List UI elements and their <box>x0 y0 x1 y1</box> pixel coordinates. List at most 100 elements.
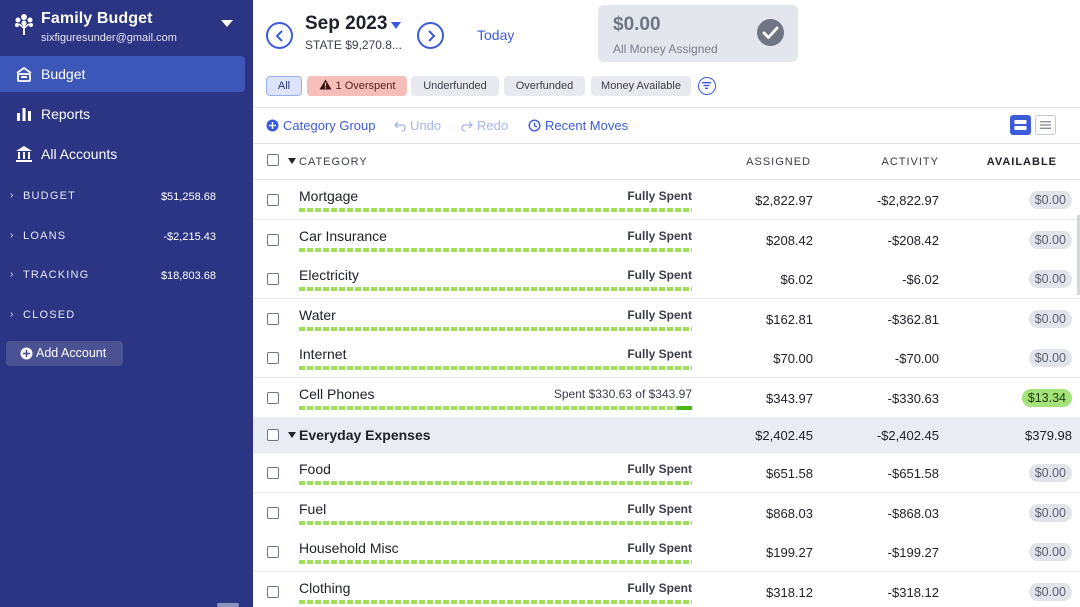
nav-all-accounts[interactable]: All Accounts <box>0 136 245 172</box>
previous-month-button[interactable] <box>266 22 293 49</box>
month-note[interactable]: STATE $9,270.8... <box>305 38 402 52</box>
category-name[interactable]: Internet <box>299 346 346 362</box>
row-checkbox[interactable] <box>267 546 279 558</box>
assigned-value[interactable]: $162.81 <box>766 312 813 327</box>
group-checkbox[interactable] <box>267 429 279 441</box>
filter-settings-icon[interactable] <box>698 77 716 95</box>
month-label[interactable]: Sep 2023 <box>305 13 387 35</box>
row-checkbox[interactable] <box>267 234 279 246</box>
available-pill[interactable]: $0.00 <box>1028 349 1072 367</box>
filter-overspent[interactable]: 1 Overspent <box>307 76 407 96</box>
category-name[interactable]: Electricity <box>299 267 359 283</box>
recent-moves-label: Recent Moves <box>545 118 629 133</box>
row-checkbox[interactable] <box>267 273 279 285</box>
redo-button[interactable]: Redo <box>461 118 508 133</box>
compact-view-toggle[interactable] <box>1035 115 1056 135</box>
budget-switcher[interactable]: Family Budget sixfiguresunder@gmail.com <box>0 0 253 52</box>
assigned-value[interactable]: $2,822.97 <box>755 193 813 208</box>
budget-toolbar: Category Group Undo Redo Recent Moves <box>253 108 1080 144</box>
activity-value[interactable]: -$318.12 <box>888 585 939 600</box>
assigned-value[interactable]: $651.58 <box>766 466 813 481</box>
account-group-label: BUDGET <box>23 190 77 202</box>
row-checkbox[interactable] <box>267 467 279 479</box>
table-row[interactable]: Clothing Fully Spent $318.12 -$318.12 $0… <box>253 572 1080 607</box>
category-name[interactable]: Car Insurance <box>299 228 387 244</box>
nav-budget[interactable]: Budget <box>0 56 245 92</box>
today-button[interactable]: Today <box>477 27 514 43</box>
available-pill[interactable]: $0.00 <box>1028 543 1072 561</box>
table-row[interactable]: Fuel Fully Spent $868.03 -$868.03 $0.00 <box>253 493 1080 533</box>
available-pill[interactable]: $0.00 <box>1028 464 1072 482</box>
table-row[interactable]: Food Fully Spent $651.58 -$651.58 $0.00 <box>253 453 1080 493</box>
sidebar-resize-handle[interactable] <box>217 603 239 607</box>
row-checkbox[interactable] <box>267 313 279 325</box>
available-pill[interactable]: $0.00 <box>1028 504 1072 522</box>
assigned-value[interactable]: $208.42 <box>766 233 813 248</box>
assigned-value[interactable]: $70.00 <box>773 351 813 366</box>
available-pill[interactable]: $0.00 <box>1028 310 1072 328</box>
select-all-checkbox[interactable] <box>267 154 279 166</box>
table-row[interactable]: Internet Fully Spent $70.00 -$70.00 $0.0… <box>253 338 1080 378</box>
add-category-group-button[interactable]: Category Group <box>266 118 376 133</box>
expanded-view-toggle[interactable] <box>1010 115 1031 135</box>
month-dropdown-icon[interactable] <box>391 22 401 29</box>
activity-value[interactable]: -$199.27 <box>888 545 939 560</box>
category-name[interactable]: Clothing <box>299 580 350 596</box>
add-account-button[interactable]: Add Account <box>6 341 123 366</box>
collapse-group-icon[interactable] <box>288 432 296 438</box>
category-name[interactable]: Water <box>299 307 336 323</box>
activity-value[interactable]: -$208.42 <box>888 233 939 248</box>
table-row[interactable]: Electricity Fully Spent $6.02 -$6.02 $0.… <box>253 259 1080 299</box>
filter-underfunded[interactable]: Underfunded <box>411 76 499 96</box>
account-group-loans[interactable]: › LOANS -$2,215.43 <box>0 225 253 249</box>
table-row[interactable]: Water Fully Spent $162.81 -$362.81 $0.00 <box>253 299 1080 339</box>
assigned-value[interactable]: $343.97 <box>766 391 813 406</box>
nav-reports[interactable]: Reports <box>0 96 245 132</box>
row-checkbox[interactable] <box>267 194 279 206</box>
category-name[interactable]: Fuel <box>299 501 326 517</box>
table-row[interactable]: Cell Phones Spent $330.63 of $343.97 $34… <box>253 378 1080 418</box>
assigned-value[interactable]: $199.27 <box>766 545 813 560</box>
activity-value[interactable]: -$6.02 <box>902 272 939 287</box>
assigned-value[interactable]: $318.12 <box>766 585 813 600</box>
available-pill[interactable]: $13.34 <box>1021 389 1072 407</box>
assigned-value[interactable]: $868.03 <box>766 506 813 521</box>
account-group-closed[interactable]: › CLOSED <box>0 304 253 328</box>
available-pill[interactable]: $0.00 <box>1028 231 1072 249</box>
activity-value[interactable]: -$2,822.97 <box>877 193 939 208</box>
activity-value[interactable]: -$362.81 <box>888 312 939 327</box>
table-row[interactable]: Mortgage Fully Spent $2,822.97 -$2,822.9… <box>253 180 1080 220</box>
activity-value[interactable]: -$70.00 <box>895 351 939 366</box>
filter-overfunded[interactable]: Overfunded <box>504 76 585 96</box>
activity-value[interactable]: -$330.63 <box>888 391 939 406</box>
account-group-tracking[interactable]: › TRACKING $18,803.68 <box>0 264 253 288</box>
category-progress-bar <box>299 481 692 485</box>
ready-to-assign-card[interactable]: $0.00 All Money Assigned <box>598 5 798 62</box>
activity-value[interactable]: -$651.58 <box>888 466 939 481</box>
row-checkbox[interactable] <box>267 352 279 364</box>
activity-value[interactable]: -$868.03 <box>888 506 939 521</box>
table-row[interactable]: Household Misc Fully Spent $199.27 -$199… <box>253 532 1080 572</box>
available-pill[interactable]: $0.00 <box>1028 191 1072 209</box>
chevron-down-icon[interactable] <box>221 20 233 27</box>
row-checkbox[interactable] <box>267 586 279 598</box>
available-pill[interactable]: $0.00 <box>1028 270 1072 288</box>
collapse-all-icon[interactable] <box>288 158 296 164</box>
row-checkbox[interactable] <box>267 392 279 404</box>
available-pill[interactable]: $0.00 <box>1028 583 1072 601</box>
category-name[interactable]: Cell Phones <box>299 386 375 402</box>
next-month-button[interactable] <box>417 22 444 49</box>
row-checkbox[interactable] <box>267 507 279 519</box>
filter-all[interactable]: All <box>266 76 302 96</box>
account-group-budget[interactable]: › BUDGET $51,258.68 <box>0 185 253 209</box>
category-group-row[interactable]: Everyday Expenses $2,402.45 -$2,402.45 $… <box>253 417 1080 453</box>
undo-button[interactable]: Undo <box>394 118 441 133</box>
assigned-value[interactable]: $6.02 <box>780 272 813 287</box>
category-group-name[interactable]: Everyday Expenses <box>299 427 431 443</box>
category-name[interactable]: Food <box>299 461 331 477</box>
recent-moves-button[interactable]: Recent Moves <box>528 118 628 133</box>
table-row[interactable]: Car Insurance Fully Spent $208.42 -$208.… <box>253 220 1080 260</box>
filter-money-available[interactable]: Money Available <box>591 76 691 96</box>
category-name[interactable]: Household Misc <box>299 540 399 556</box>
category-name[interactable]: Mortgage <box>299 188 358 204</box>
